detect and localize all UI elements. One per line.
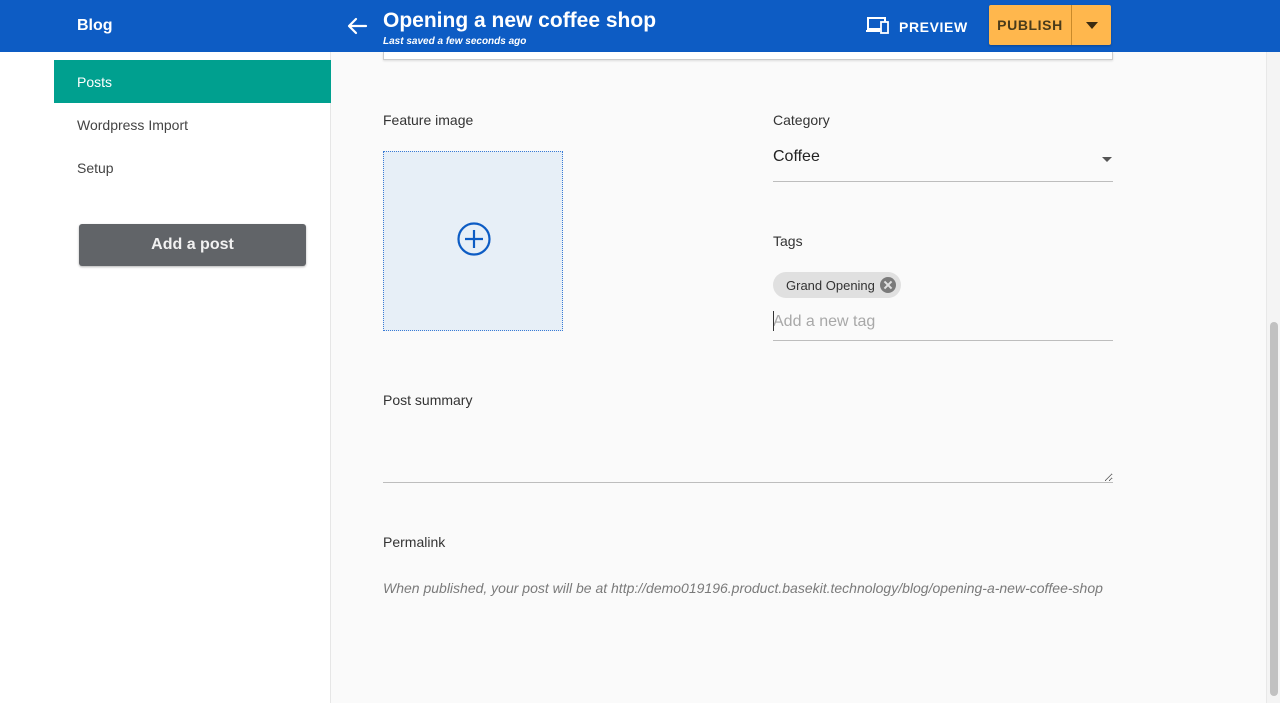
back-arrow-icon[interactable] <box>345 15 369 37</box>
add-circle-icon <box>457 222 491 256</box>
publish-dropdown-button[interactable] <box>1072 5 1111 45</box>
sidebar-item-setup[interactable]: Setup <box>54 146 331 189</box>
top-bar: Blog Opening a new coffee shop Last save… <box>0 0 1280 52</box>
tag-input[interactable] <box>773 304 1113 341</box>
sidebar-item-wordpress-import[interactable]: Wordpress Import <box>54 103 331 146</box>
post-title: Opening a new coffee shop <box>383 9 657 32</box>
sidebar-item-posts[interactable]: Posts <box>54 60 331 103</box>
devices-icon <box>864 16 890 39</box>
scrollbar[interactable] <box>1266 52 1280 703</box>
permalink-label: Permalink <box>383 534 446 550</box>
feature-image-label: Feature image <box>383 112 474 128</box>
close-icon[interactable] <box>879 277 896 293</box>
caret-down-icon <box>1102 157 1112 162</box>
preview-button[interactable]: PREVIEW <box>864 14 968 40</box>
category-label: Category <box>773 112 830 128</box>
tag-chip-label: Grand Opening <box>786 277 875 293</box>
caret-down-icon <box>1085 21 1098 29</box>
category-value: Coffee <box>773 148 820 165</box>
post-summary-label: Post summary <box>383 392 473 408</box>
text-cursor <box>773 311 774 331</box>
permalink-text: When published, your post will be at htt… <box>383 580 1103 596</box>
post-summary-field[interactable] <box>383 422 1113 483</box>
sidebar: Posts Wordpress Import Setup Add a post <box>0 52 331 703</box>
tag-chip: Grand Opening <box>773 272 901 298</box>
feature-image-upload[interactable] <box>383 151 563 331</box>
scrollbar-thumb[interactable] <box>1270 322 1278 696</box>
add-post-button[interactable]: Add a post <box>79 224 306 266</box>
saved-status: Last saved a few seconds ago <box>383 36 527 47</box>
tags-label: Tags <box>773 233 803 249</box>
publish-button-group: PUBLISH <box>989 5 1111 45</box>
category-select[interactable]: Coffee <box>773 145 1113 182</box>
content-editor-card-bottom <box>383 52 1113 60</box>
publish-button[interactable]: PUBLISH <box>989 5 1071 45</box>
preview-label: PREVIEW <box>899 19 968 35</box>
app-title: Blog <box>77 17 113 34</box>
